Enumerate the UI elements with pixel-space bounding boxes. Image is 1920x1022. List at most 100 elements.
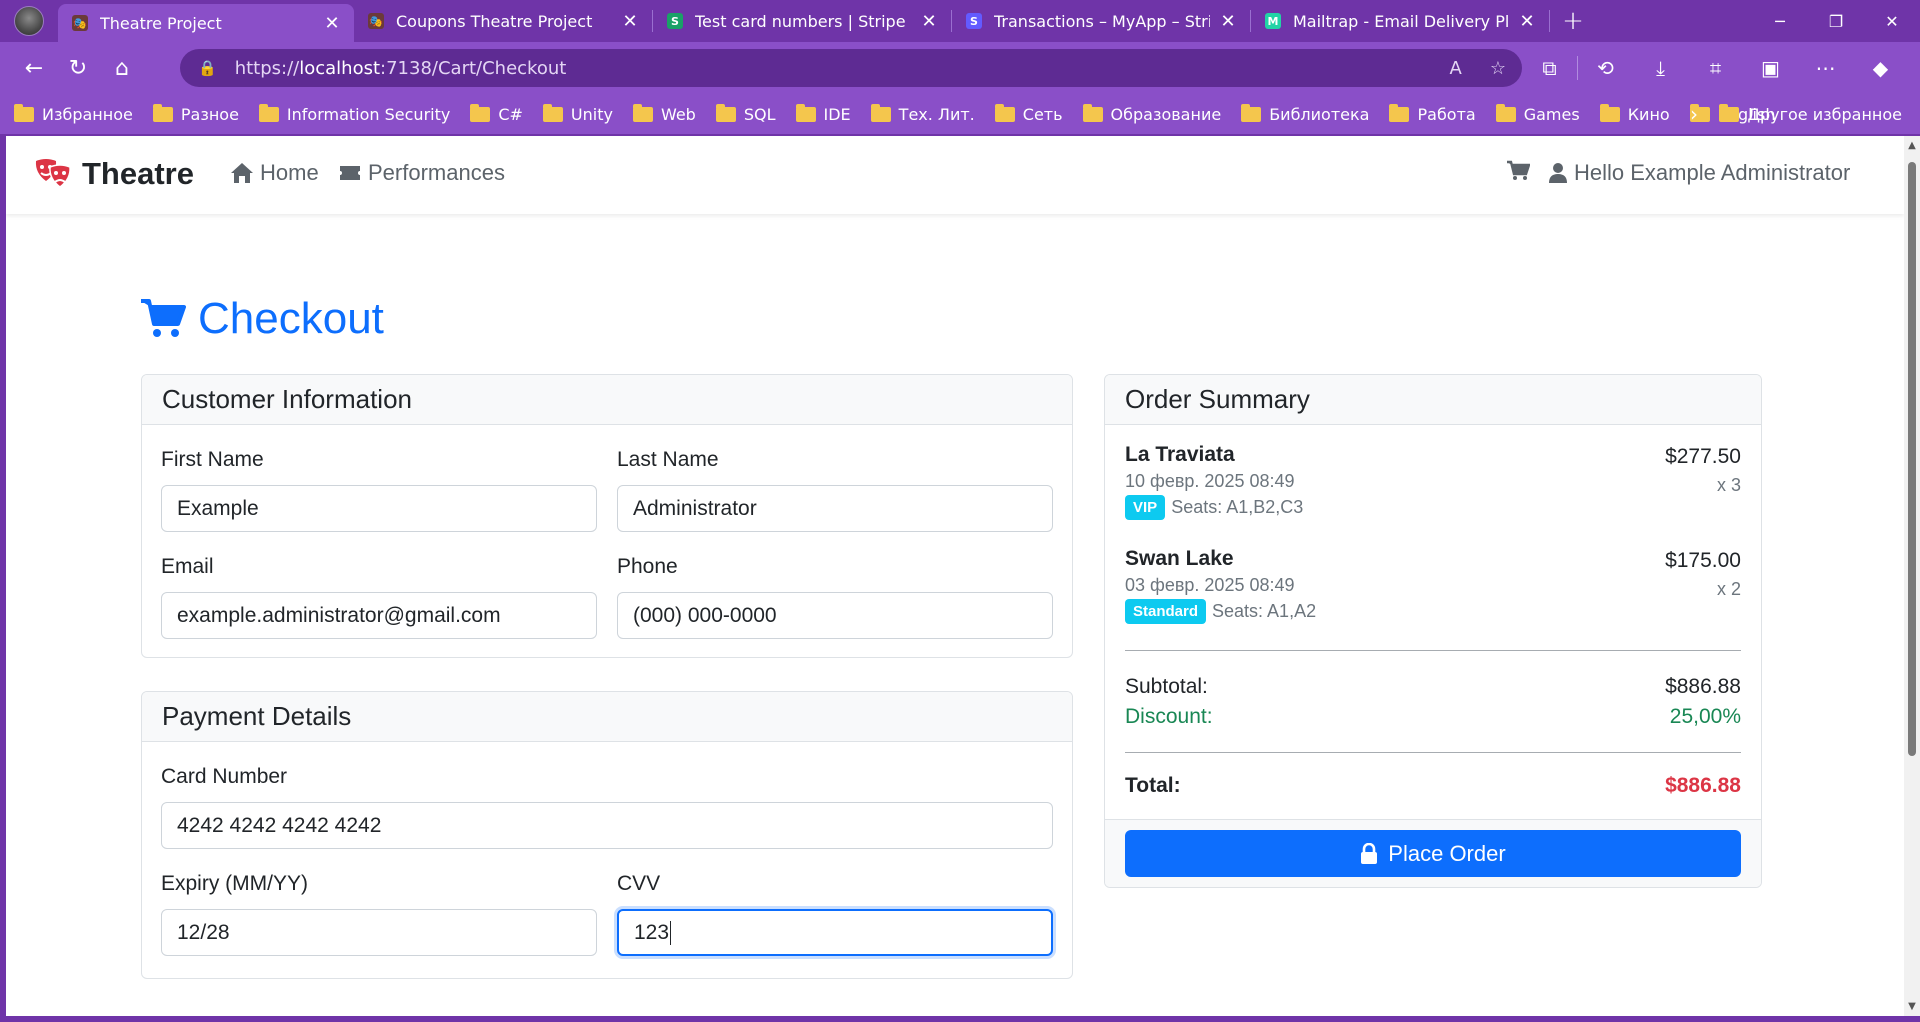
- item-seats: Seats: A1,A2: [1212, 601, 1317, 621]
- favorite-star-icon[interactable]: ☆: [1490, 58, 1506, 79]
- tab-theatre-project[interactable]: 🎭 Theatre Project ✕: [58, 4, 354, 42]
- copilot-icon[interactable]: ◆: [1853, 56, 1908, 80]
- phone-field[interactable]: (000) 000-0000: [617, 592, 1053, 639]
- first-name-field[interactable]: Example: [161, 485, 597, 532]
- ticket-type-badge: VIP: [1125, 495, 1166, 520]
- chevron-right-icon[interactable]: ›: [1690, 102, 1698, 126]
- cart-link[interactable]: [1506, 160, 1531, 186]
- email-field[interactable]: example.administrator@gmail.com: [161, 592, 597, 639]
- folder-icon: [1495, 103, 1516, 122]
- close-window-icon[interactable]: ✕: [1864, 0, 1920, 42]
- cvv-field[interactable]: 123: [617, 909, 1053, 956]
- history-icon[interactable]: ⟲: [1578, 56, 1633, 80]
- bookmark-folder[interactable]: Information Security: [258, 103, 450, 124]
- close-tab-icon[interactable]: ✕: [322, 13, 342, 34]
- brand-link[interactable]: Theatre: [34, 156, 194, 192]
- card-number-label: Card Number: [161, 765, 288, 788]
- bookmark-folder[interactable]: Образование: [1082, 103, 1221, 124]
- expiry-label: Expiry (MM/YY): [161, 872, 308, 895]
- nav-home-link[interactable]: Home: [230, 160, 319, 186]
- bookmark-folder[interactable]: Разное: [152, 103, 239, 124]
- tab-mailtrap[interactable]: M Mailtrap - Email Delivery Platform ✕: [1251, 0, 1549, 42]
- cvv-label: CVV: [617, 872, 661, 895]
- bookmark-folder[interactable]: C#: [470, 103, 523, 124]
- total-value: $886.88: [1665, 774, 1741, 797]
- item-quantity: x 2: [1716, 579, 1741, 599]
- page-scrollbar[interactable]: ▲ ▼: [1904, 136, 1920, 1016]
- tab-title: Test card numbers | Stripe Docum: [695, 11, 911, 31]
- close-tab-icon[interactable]: ✕: [1218, 11, 1238, 32]
- folder-icon: [795, 103, 816, 122]
- restore-icon[interactable]: ❐: [1808, 0, 1864, 42]
- divider: [1125, 650, 1741, 651]
- item-name: Swan Lake: [1125, 547, 1234, 570]
- nav-home-label: Home: [260, 160, 319, 185]
- folder-icon: [870, 103, 891, 122]
- bookmark-folder[interactable]: Unity: [542, 103, 613, 124]
- bookmark-folder[interactable]: Web: [632, 103, 696, 124]
- bookmark-folder[interactable]: Библиотека: [1241, 103, 1369, 124]
- bookmark-folder[interactable]: Games: [1495, 103, 1580, 124]
- bookmark-label: Тех. Лит.: [898, 104, 975, 124]
- card-number-field[interactable]: 4242 4242 4242 4242: [161, 802, 1053, 849]
- theatre-favicon-icon: 🎭: [72, 15, 88, 31]
- folder-icon: [1719, 103, 1740, 122]
- bookmark-folder[interactable]: IDE: [795, 103, 851, 124]
- collections-icon[interactable]: ▣: [1743, 56, 1798, 80]
- last-name-field[interactable]: Administrator: [617, 485, 1053, 532]
- folder-icon: [1389, 103, 1410, 122]
- cart-icon: [141, 299, 186, 337]
- folder-icon: [1241, 103, 1262, 122]
- extensions-icon[interactable]: ⧉: [1522, 56, 1577, 80]
- item-price: $277.50: [1665, 445, 1741, 468]
- profile-button[interactable]: [0, 0, 58, 42]
- page-title-text: Checkout: [198, 294, 384, 343]
- refresh-icon[interactable]: ↻: [56, 48, 100, 88]
- theatre-favicon-icon: 🎭: [368, 13, 384, 29]
- user-greeting: Hello Example Administrator: [1574, 160, 1851, 185]
- new-tab-button[interactable]: +: [1550, 0, 1596, 42]
- browser-toolbar: ← ↻ ⌂ 🔒 https://localhost:7138/Cart/Chec…: [0, 42, 1920, 94]
- tab-stripe-docs[interactable]: S Test card numbers | Stripe Docum ✕: [653, 0, 951, 42]
- folder-icon: [542, 103, 563, 122]
- bookmark-label: Games: [1523, 104, 1580, 124]
- scroll-up-icon[interactable]: ▲: [1906, 140, 1918, 151]
- screenshot-icon[interactable]: ⌗: [1688, 56, 1743, 80]
- downloads-icon[interactable]: ⤓: [1633, 56, 1688, 80]
- item-seats: Seats: A1,B2,C3: [1171, 497, 1304, 517]
- lock-icon[interactable]: 🔒: [198, 59, 217, 77]
- order-summary-card: Order Summary La Traviata 10 февр. 2025 …: [1104, 374, 1762, 888]
- folder-icon: [1599, 103, 1620, 122]
- read-aloud-icon[interactable]: A: [1450, 58, 1462, 79]
- tab-coupons[interactable]: 🎭 Coupons Theatre Project ✕: [354, 0, 652, 42]
- item-date: 10 февр. 2025 08:49: [1125, 471, 1295, 491]
- bookmark-folder[interactable]: Кино: [1599, 103, 1670, 124]
- url-path: :7138/Cart/Checkout: [380, 57, 567, 79]
- address-bar[interactable]: 🔒 https://localhost:7138/Cart/Checkout A…: [180, 49, 1522, 87]
- close-tab-icon[interactable]: ✕: [620, 11, 640, 32]
- mailtrap-favicon-icon: M: [1265, 13, 1281, 29]
- minimize-icon[interactable]: ─: [1752, 0, 1808, 42]
- bookmark-label: Избранное: [42, 104, 133, 124]
- cvv-value: 123: [634, 920, 670, 944]
- expiry-field[interactable]: 12/28: [161, 909, 597, 956]
- scroll-down-icon[interactable]: ▼: [1906, 1001, 1918, 1012]
- tab-stripe-transactions[interactable]: S Transactions – MyApp – Stripe [Te ✕: [952, 0, 1250, 42]
- close-tab-icon[interactable]: ✕: [1517, 11, 1537, 32]
- card-footer: Place Order: [1105, 819, 1761, 887]
- home-icon[interactable]: ⌂: [100, 48, 144, 88]
- nav-performances-link[interactable]: Performances: [338, 160, 505, 186]
- more-options-icon[interactable]: ⋯: [1798, 56, 1853, 80]
- place-order-button[interactable]: Place Order: [1125, 830, 1741, 877]
- bookmark-folder[interactable]: Избранное: [14, 103, 133, 124]
- bookmark-folder[interactable]: SQL: [715, 103, 776, 124]
- bookmark-folder[interactable]: Тех. Лит.: [870, 103, 975, 124]
- back-icon[interactable]: ←: [12, 48, 56, 88]
- bookmark-folder[interactable]: Сеть: [994, 103, 1063, 124]
- bookmark-folder[interactable]: Работа: [1389, 103, 1476, 124]
- close-tab-icon[interactable]: ✕: [919, 11, 939, 32]
- other-bookmarks[interactable]: Другое избранное: [1719, 103, 1902, 124]
- item-meta: Standard Seats: A1,A2: [1125, 599, 1316, 624]
- scrollbar-thumb[interactable]: [1908, 162, 1916, 756]
- user-menu[interactable]: Hello Example Administrator: [1548, 160, 1850, 186]
